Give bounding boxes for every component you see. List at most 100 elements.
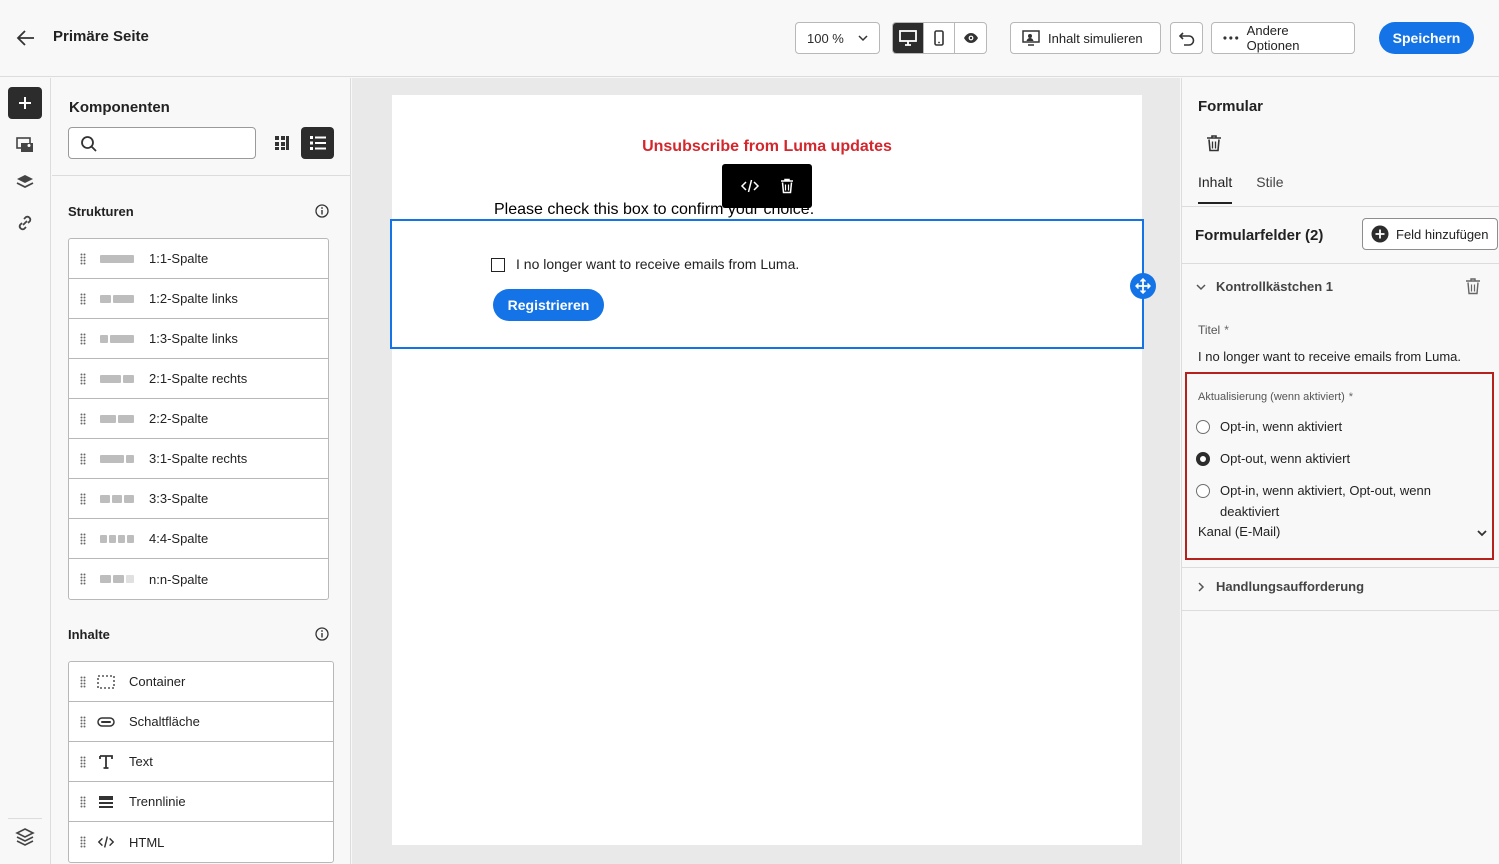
drag-handle-icon[interactable]: [80, 836, 86, 848]
radio-button[interactable]: [1196, 484, 1210, 498]
column-layout-icon: [100, 375, 134, 383]
contents-heading: Inhalte: [68, 627, 110, 642]
add-components-button[interactable]: [8, 87, 42, 119]
simulate-content-button[interactable]: Inhalt simulieren: [1010, 22, 1161, 54]
save-button[interactable]: Speichern: [1379, 22, 1474, 54]
radio-opt-in[interactable]: Opt-in, wenn aktiviert: [1196, 416, 1342, 437]
structure-item[interactable]: 2:2-Spalte: [69, 399, 328, 439]
drag-handle-icon[interactable]: [80, 796, 86, 808]
zoom-select[interactable]: 100 %: [795, 22, 880, 54]
radio-button[interactable]: [1196, 420, 1210, 434]
desktop-view-button[interactable]: [893, 23, 924, 53]
structure-item[interactable]: 1:3-Spalte links: [69, 319, 328, 359]
components-title: Komponenten: [69, 99, 170, 116]
trash-icon[interactable]: [1465, 277, 1481, 295]
structure-item[interactable]: 2:1-Spalte rechts: [69, 359, 328, 399]
selected-form-block[interactable]: I no longer want to receive emails from …: [390, 219, 1156, 349]
html-icon: [97, 834, 115, 850]
layers-settings-icon[interactable]: [14, 826, 36, 848]
rail-divider: [8, 818, 42, 819]
content-item[interactable]: HTML: [69, 822, 333, 862]
radio-opt-in-out[interactable]: Opt-in, wenn aktiviert, Opt-out, wenn de…: [1196, 480, 1466, 522]
more-options-button[interactable]: Andere Optionen: [1211, 22, 1355, 54]
update-label: Aktualisierung (wenn aktiviert) *: [1198, 391, 1353, 403]
content-item[interactable]: Text: [69, 742, 333, 782]
channel-value: Kanal (E-Mail): [1198, 524, 1281, 539]
structure-label: 1:1-Spalte: [149, 251, 209, 266]
view-mode-group: [892, 22, 987, 54]
mobile-icon: [934, 30, 944, 46]
structure-item[interactable]: 3:1-Spalte rechts: [69, 439, 328, 479]
unsubscribe-checkbox[interactable]: [491, 258, 505, 272]
structure-item[interactable]: n:n-Spalte: [69, 559, 328, 599]
drag-handle-icon[interactable]: [80, 413, 86, 425]
drag-handle-icon[interactable]: [80, 293, 86, 305]
list-icon: [309, 136, 326, 150]
drag-handle-icon[interactable]: [80, 493, 86, 505]
column-layout-icon: [100, 415, 134, 423]
divider: [1182, 610, 1499, 611]
structure-label: 3:3-Spalte: [149, 491, 209, 506]
add-field-button[interactable]: Feld hinzufügen: [1362, 218, 1498, 250]
structure-item[interactable]: 1:2-Spalte links: [69, 279, 328, 319]
radio-button-selected[interactable]: [1196, 452, 1210, 466]
info-icon[interactable]: [315, 204, 329, 218]
button-icon: [97, 714, 115, 730]
content-item[interactable]: Trennlinie: [69, 782, 333, 822]
page-title: Primäre Seite: [53, 28, 149, 45]
cta-accordion-header[interactable]: Handlungsaufforderung: [1195, 579, 1364, 594]
list-view-toggle[interactable]: [301, 127, 334, 159]
more-options-label: Andere Optionen: [1246, 23, 1300, 53]
drag-handle-icon[interactable]: [80, 453, 86, 465]
checkbox-label: I no longer want to receive emails from …: [516, 256, 800, 272]
chevron-down-icon: [1196, 283, 1206, 290]
structure-item[interactable]: 4:4-Spalte: [69, 519, 328, 559]
channel-select[interactable]: Kanal (E-Mail): [1198, 524, 1494, 539]
eye-icon: [963, 33, 978, 43]
content-label: Trennlinie: [129, 794, 186, 809]
info-icon[interactable]: [315, 627, 329, 641]
column-layout-icon: [100, 335, 134, 343]
radio-label: Opt-in, wenn aktiviert, Opt-out, wenn de…: [1220, 483, 1431, 519]
link-icon[interactable]: [14, 212, 36, 234]
properties-panel: Formular Inhalt Stile Formularfelder (2)…: [1181, 78, 1499, 864]
content-item[interactable]: Container: [69, 662, 333, 702]
tab-styles[interactable]: Stile: [1256, 174, 1283, 204]
drag-handle-icon[interactable]: [80, 253, 86, 265]
structure-label: 1:3-Spalte links: [149, 331, 238, 346]
code-icon[interactable]: [740, 179, 760, 193]
drag-handle-icon[interactable]: [80, 533, 86, 545]
drag-handle-icon[interactable]: [80, 716, 86, 728]
content-item[interactable]: Schaltfläche: [69, 702, 333, 742]
drag-handle-icon[interactable]: [80, 573, 86, 585]
drag-handle-icon[interactable]: [80, 676, 86, 688]
mobile-view-button[interactable]: [924, 23, 955, 53]
email-title[interactable]: Unsubscribe from Luma updates: [392, 138, 1142, 156]
preview-button[interactable]: [955, 23, 986, 53]
register-button[interactable]: Registrieren: [493, 289, 604, 321]
more-icon: [1223, 36, 1239, 40]
search-input[interactable]: [68, 127, 256, 159]
layers-icon[interactable]: [14, 172, 36, 194]
drag-handle-icon[interactable]: [80, 756, 86, 768]
radio-opt-out[interactable]: Opt-out, wenn aktiviert: [1196, 448, 1350, 469]
search-icon: [81, 136, 97, 152]
structure-item[interactable]: 3:3-Spalte: [69, 479, 328, 519]
drag-handle-icon[interactable]: [80, 373, 86, 385]
assets-icon[interactable]: [14, 134, 36, 156]
canvas-area: Unsubscribe from Luma updates Please che…: [352, 78, 1180, 864]
drag-handle-icon[interactable]: [80, 333, 86, 345]
column-layout-icon: [100, 575, 134, 583]
move-handle[interactable]: [1130, 273, 1156, 299]
trash-icon[interactable]: [1206, 134, 1222, 152]
column-layout-icon: [100, 255, 134, 263]
checkbox-accordion-header[interactable]: Kontrollkästchen 1: [1195, 279, 1333, 294]
title-field-value[interactable]: I no longer want to receive emails from …: [1198, 349, 1461, 364]
tab-content[interactable]: Inhalt: [1198, 174, 1233, 204]
divider: [1182, 206, 1499, 207]
delete-icon[interactable]: [780, 178, 794, 194]
back-arrow-icon[interactable]: [14, 26, 38, 50]
structure-item[interactable]: 1:1-Spalte: [69, 239, 328, 279]
grid-view-toggle[interactable]: [266, 127, 298, 159]
undo-button[interactable]: [1170, 22, 1203, 54]
